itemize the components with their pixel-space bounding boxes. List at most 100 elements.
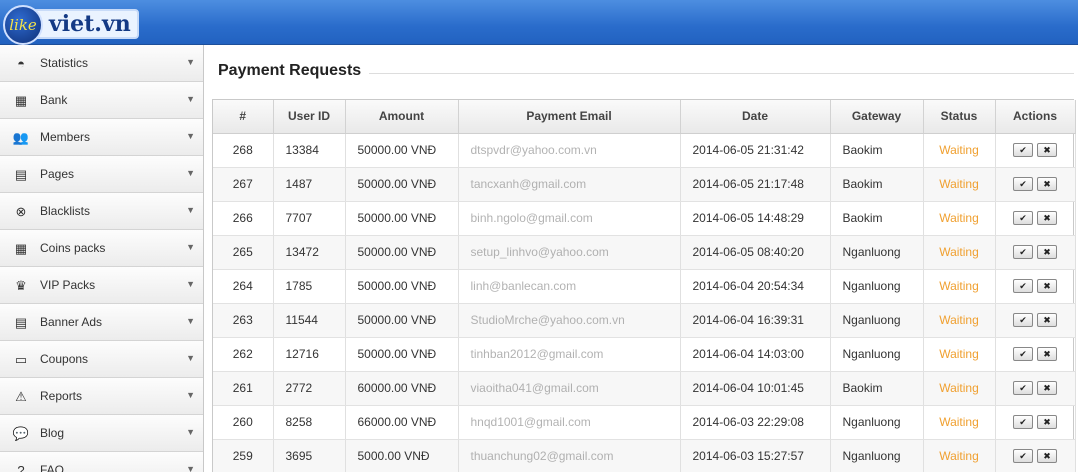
cell-payment-email: binh.ngolo@gmail.com (458, 201, 681, 236)
site-logo[interactable]: like viet.vn (3, 5, 139, 45)
status-badge: Waiting (923, 371, 996, 406)
chevron-down-icon[interactable]: ▼ (186, 94, 195, 104)
cell-date: 2014-06-05 21:31:42 (680, 133, 831, 168)
table-row: 264 1785 50000.00 VNĐ linh@banlecan.com 2014… (213, 269, 1076, 304)
cell-amount: 50000.00 VNĐ (345, 235, 459, 270)
sidebar-item-blog[interactable]: 💬 Blog ▼ (0, 415, 203, 452)
sidebar-item-coins-packs[interactable]: ▦ Coins packs ▼ (0, 230, 203, 267)
logo-like-text: like (9, 16, 37, 34)
chevron-down-icon[interactable]: ▼ (186, 427, 195, 437)
sidebar-item-vip-packs[interactable]: ♛ VIP Packs ▼ (0, 267, 203, 304)
cell-date: 2014-06-05 08:40:20 (680, 235, 831, 270)
reject-button[interactable]: ✖ (1037, 347, 1057, 362)
status-badge: Waiting (923, 269, 996, 304)
sidebar-item-faq[interactable]: ? FAQ ▼ (0, 452, 203, 472)
cell-gateway: Nganluong (830, 269, 924, 304)
cell-payment-email: StudioMrche@yahoo.com.vn (458, 303, 681, 338)
cell-gateway: Nganluong (830, 235, 924, 270)
chevron-down-icon[interactable]: ▼ (186, 353, 195, 363)
approve-button[interactable]: ✔ (1013, 143, 1033, 158)
reject-button[interactable]: ✖ (1037, 211, 1057, 226)
sidebar-item-statistics[interactable]: ◓ Statistics ▼ (0, 45, 203, 82)
chevron-down-icon[interactable]: ▼ (186, 131, 195, 141)
approve-button[interactable]: ✔ (1013, 347, 1033, 362)
reject-button[interactable]: ✖ (1037, 177, 1057, 192)
sidebar-item-bank[interactable]: ▦ Bank ▼ (0, 82, 203, 119)
cell-actions: ✔ ✖ (995, 235, 1076, 270)
cell-actions: ✔ ✖ (995, 201, 1076, 236)
sidebar-item-label: Blog (40, 426, 65, 440)
sidebar-item-label: Blacklists (40, 204, 91, 218)
page-title-row: Payment Requests (218, 61, 1074, 81)
chevron-down-icon[interactable]: ▼ (186, 168, 195, 178)
cell-payment-email: tancxanh@gmail.com (458, 167, 681, 202)
chevron-down-icon[interactable]: ▼ (186, 242, 195, 252)
cell-payment-email: thuanchung02@gmail.com (458, 439, 681, 472)
chevron-down-icon[interactable]: ▼ (186, 316, 195, 326)
sidebar-item-pages[interactable]: ▤ Pages ▼ (0, 156, 203, 193)
reject-button[interactable]: ✖ (1037, 313, 1057, 328)
cell-id: 263 (213, 303, 274, 338)
cell-id: 267 (213, 167, 274, 202)
chevron-down-icon[interactable]: ▼ (186, 279, 195, 289)
cell-date: 2014-06-03 22:29:08 (680, 405, 831, 440)
sidebar-item-blacklists[interactable]: ⊗ Blacklists ▼ (0, 193, 203, 230)
sidebar-item-label: Pages (40, 167, 75, 181)
cell-amount: 60000.00 VNĐ (345, 371, 459, 406)
sidebar-item-coupons[interactable]: ▭ Coupons ▼ (0, 341, 203, 378)
column-header[interactable]: Actions (995, 100, 1076, 134)
reject-button[interactable]: ✖ (1037, 415, 1057, 430)
cell-actions: ✔ ✖ (995, 167, 1076, 202)
chevron-down-icon[interactable]: ▼ (186, 464, 195, 472)
approve-button[interactable]: ✔ (1013, 313, 1033, 328)
chevron-down-icon[interactable]: ▼ (186, 205, 195, 215)
cell-id: 264 (213, 269, 274, 304)
column-header[interactable]: Date (680, 100, 831, 134)
cell-amount: 50000.00 VNĐ (345, 303, 459, 338)
status-badge: Waiting (923, 133, 996, 168)
cell-actions: ✔ ✖ (995, 371, 1076, 406)
table-body: 268 13384 50000.00 VNĐ dtspvdr@yahoo.com.vn… (213, 133, 1076, 472)
approve-button[interactable]: ✔ (1013, 177, 1033, 192)
approve-button[interactable]: ✔ (1013, 381, 1033, 396)
approve-button[interactable]: ✔ (1013, 245, 1033, 260)
cell-actions: ✔ ✖ (995, 337, 1076, 372)
reject-button[interactable]: ✖ (1037, 245, 1057, 260)
logo-tag: viet.vn (35, 9, 139, 39)
column-header[interactable]: # (213, 100, 274, 134)
sidebar-item-members[interactable]: 👥 Members ▼ (0, 119, 203, 156)
cell-amount: 50000.00 VNĐ (345, 201, 459, 236)
reject-button[interactable]: ✖ (1037, 279, 1057, 294)
cell-actions: ✔ ✖ (995, 133, 1076, 168)
payment-email-text: thuanchung02@gmail.com (470, 449, 614, 463)
sidebar-item-label: Banner Ads (40, 315, 103, 329)
approve-button[interactable]: ✔ (1013, 449, 1033, 464)
payment-requests-table-wrap: # User ID Amount Payment Email Date Gateway St… (212, 99, 1076, 472)
sidebar-item-banner-ads[interactable]: ▤ Banner Ads ▼ (0, 304, 203, 341)
cell-user-id: 1785 (273, 269, 346, 304)
chevron-down-icon[interactable]: ▼ (186, 390, 195, 400)
reject-button[interactable]: ✖ (1037, 449, 1057, 464)
cell-amount: 50000.00 VNĐ (345, 167, 459, 202)
reject-button[interactable]: ✖ (1037, 143, 1057, 158)
blacklist-icon: ⊗ (15, 203, 27, 219)
table-row: 259 3695 5000.00 VNĐ thuanchung02@gmail.com… (213, 439, 1076, 472)
approve-button[interactable]: ✔ (1013, 211, 1033, 226)
column-header[interactable]: User ID (273, 100, 346, 134)
payment-requests-table: # User ID Amount Payment Email Date Gateway St… (213, 100, 1076, 472)
sidebar-item-reports[interactable]: ⚠ Reports ▼ (0, 378, 203, 415)
approve-button[interactable]: ✔ (1013, 415, 1033, 430)
approve-button[interactable]: ✔ (1013, 279, 1033, 294)
column-header[interactable]: Amount (345, 100, 459, 134)
cell-gateway: Nganluong (830, 303, 924, 338)
dashboard-icon: ◓ (17, 55, 25, 71)
status-badge: Waiting (923, 337, 996, 372)
column-header[interactable]: Status (923, 100, 996, 134)
chevron-down-icon[interactable]: ▼ (186, 57, 195, 67)
reject-button[interactable]: ✖ (1037, 381, 1057, 396)
sidebar-item-label: Bank (40, 93, 68, 107)
column-header[interactable]: Payment Email (458, 100, 681, 134)
column-header[interactable]: Gateway (830, 100, 924, 134)
coupons-icon: ▭ (14, 351, 28, 367)
cell-id: 266 (213, 201, 274, 236)
